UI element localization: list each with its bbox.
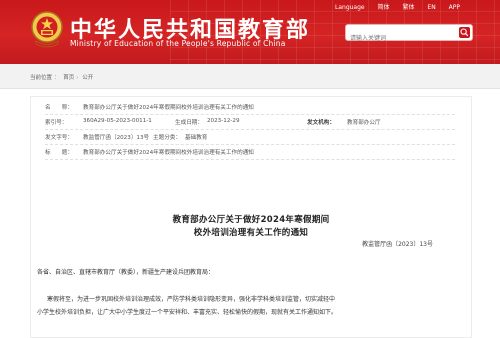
- meta-issuer-label: 发文机构：: [307, 120, 335, 126]
- top-link-traditional[interactable]: 繁体: [402, 4, 414, 11]
- site-subtitle: Ministry of Education of the People's Re…: [70, 39, 286, 48]
- meta-title-label: 标 题：: [45, 150, 73, 156]
- national-emblem-icon[interactable]: [30, 10, 64, 48]
- meta-divider: [45, 114, 455, 115]
- meta-divider: [45, 144, 455, 145]
- breadcrumb-separator: ›: [76, 75, 79, 81]
- breadcrumb-home-link[interactable]: 首页: [63, 75, 74, 81]
- meta-divider: [45, 159, 455, 160]
- search-input[interactable]: [346, 31, 464, 46]
- meta-index-label: 索引号：: [45, 120, 68, 126]
- meta-issuer-value: 教育部办公厅: [347, 120, 381, 126]
- breadcrumb-separator: ：: [54, 75, 60, 81]
- top-link-language[interactable]: Language: [335, 4, 365, 11]
- meta-date-label: 生成日期：: [175, 120, 203, 126]
- top-link-simplified[interactable]: 简体: [378, 4, 390, 11]
- meta-name-label: 名 称：: [45, 105, 73, 111]
- top-link-app[interactable]: APP: [449, 4, 460, 11]
- document-number: 教监管厅函〔2023〕13号: [362, 241, 433, 248]
- meta-title-value: 教育部办公厅关于做好2024年寒假期间校外培训治理有关工作的通知: [83, 150, 254, 156]
- document-addressee: 各省、自治区、直辖市教育厅（教委），新疆生产建设兵团教育局：: [37, 269, 215, 276]
- meta-divider: [45, 129, 455, 130]
- breadcrumb-bar: 当前位置： 首页 › 公开: [0, 64, 500, 89]
- search-icon: [460, 28, 469, 37]
- meta-date-value: 2023-12-29: [207, 118, 240, 124]
- meta-topic-label: 主题分类：: [153, 135, 181, 141]
- meta-topic-value: 基础教育: [185, 135, 208, 141]
- document-title-line-2: 校外培训治理有关工作的通知: [193, 228, 309, 238]
- meta-name-value: 教育部办公厅关于做好2024年寒假期间校外培训治理有关工作的通知: [83, 105, 254, 111]
- meta-docno-value: 教监管厅函〔2023〕13号: [83, 135, 150, 141]
- search-box: [345, 24, 473, 46]
- document-card: 名 称： 教育部办公厅关于做好2024年寒假期间校外培训治理有关工作的通知 索引…: [30, 96, 472, 338]
- site-header: 中华人民共和国教育部 Ministry of Education of the …: [0, 0, 500, 64]
- top-links: Language 简体 繁体 EN APP: [335, 2, 471, 11]
- breadcrumb-public-link[interactable]: 公开: [82, 75, 93, 81]
- breadcrumb-current-position: 当前位置: [30, 75, 53, 81]
- breadcrumb: 当前位置： 首页 › 公开: [30, 73, 93, 81]
- top-link-english[interactable]: EN: [427, 4, 435, 11]
- meta-docno-label: 发文字号：: [45, 135, 73, 141]
- body-paragraph-line-1: 寒假将至，为进一步巩固校外培训治理成效，严防学科类培训隐形变异，强化非学科类培训…: [47, 296, 336, 303]
- search-button[interactable]: [459, 27, 470, 38]
- body-paragraph-line-2: 小学生校外培训负担，让广大中小学生度过一个平安祥和、丰富充实、轻松愉快的假期，现…: [37, 309, 338, 316]
- document-title-line-1: 教育部办公厅关于做好2024年寒假期间: [172, 215, 330, 225]
- meta-index-value: 360A29-05-2023-0011-1: [83, 118, 152, 124]
